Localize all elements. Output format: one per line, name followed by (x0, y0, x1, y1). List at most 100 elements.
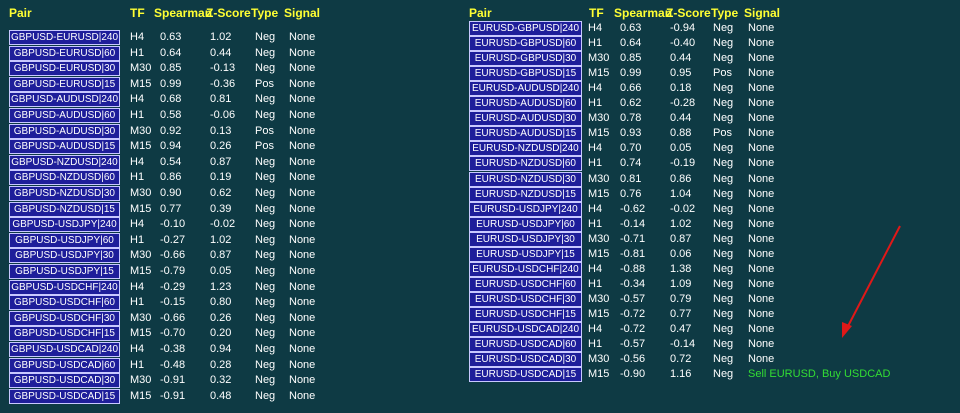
table-row: GBPUSD-USDCHF|60 H1 -0.15 0.80 Neg None (0, 295, 460, 310)
signal-cell: None (289, 203, 316, 215)
pair-button[interactable]: EURUSD-AUDUSD|240 (469, 81, 582, 96)
type-cell: Neg (255, 281, 276, 293)
pair-button[interactable]: EURUSD-USDCHF|15 (469, 307, 582, 322)
header-zscore: Z-Score (666, 6, 711, 20)
pair-button[interactable]: GBPUSD-USDJPY|30 (9, 248, 120, 263)
pair-button[interactable]: EURUSD-USDCAD|60 (469, 337, 582, 352)
zscore-cell: 0.79 (670, 293, 692, 305)
pair-button[interactable]: EURUSD-USDCAD|30 (469, 352, 582, 367)
pair-button[interactable]: GBPUSD-USDCAD|60 (9, 358, 120, 373)
spearman-cell: -0.70 (160, 327, 186, 339)
signal-cell: None (289, 281, 316, 293)
table-row: GBPUSD-NZDUSD|240 H4 0.54 0.87 Neg None (0, 155, 460, 170)
pair-button[interactable]: GBPUSD-EURUSD|30 (9, 61, 120, 76)
pair-button[interactable]: EURUSD-USDCHF|30 (469, 292, 582, 307)
pair-button[interactable]: GBPUSD-NZDUSD|240 (9, 155, 120, 170)
pair-button[interactable]: EURUSD-USDCAD|240 (469, 322, 582, 337)
signal-cell: None (748, 308, 775, 320)
pair-button[interactable]: EURUSD-GBPUSD|30 (469, 51, 582, 66)
timeframe-cell: M30 (588, 233, 610, 245)
pair-button[interactable]: GBPUSD-AUDUSD|30 (9, 124, 120, 139)
timeframe-cell: M15 (588, 127, 610, 139)
zscore-cell: 0.62 (210, 187, 232, 199)
pair-button[interactable]: GBPUSD-EURUSD|15 (9, 77, 120, 92)
pair-button[interactable]: EURUSD-NZDUSD|240 (469, 141, 582, 156)
timeframe-cell: M15 (130, 78, 152, 90)
pair-button[interactable]: EURUSD-GBPUSD|240 (469, 21, 582, 36)
pair-button[interactable]: GBPUSD-NZDUSD|15 (9, 202, 120, 217)
timeframe-cell: M30 (130, 249, 152, 261)
pair-button[interactable]: GBPUSD-AUDUSD|60 (9, 108, 120, 123)
zscore-cell: 0.39 (210, 203, 232, 215)
timeframe-cell: M15 (130, 390, 152, 402)
type-cell: Neg (255, 234, 276, 246)
pair-button[interactable]: EURUSD-AUDUSD|30 (469, 111, 582, 126)
pair-button[interactable]: EURUSD-USDCHF|60 (469, 277, 582, 292)
pair-button[interactable]: GBPUSD-USDJPY|60 (9, 233, 120, 248)
pair-button[interactable]: GBPUSD-USDCAD|15 (9, 389, 120, 404)
zscore-cell: 1.02 (670, 218, 692, 230)
pair-button[interactable]: EURUSD-USDJPY|30 (469, 232, 582, 247)
spearman-cell: -0.10 (160, 218, 186, 230)
pair-button[interactable]: GBPUSD-USDJPY|15 (9, 264, 120, 279)
pair-button[interactable]: EURUSD-USDCAD|15 (469, 367, 582, 382)
zscore-cell: 0.77 (670, 308, 692, 320)
spearman-cell: -0.15 (160, 296, 186, 308)
pair-button[interactable]: GBPUSD-EURUSD|240 (9, 30, 120, 45)
pair-button[interactable]: GBPUSD-AUDUSD|15 (9, 139, 120, 154)
zscore-cell: 0.80 (210, 296, 232, 308)
timeframe-cell: H4 (588, 82, 603, 94)
pair-button[interactable]: EURUSD-USDJPY|240 (469, 202, 582, 217)
zscore-cell: -0.28 (670, 97, 696, 109)
pair-button[interactable]: GBPUSD-USDCHF|15 (9, 326, 120, 341)
pair-button[interactable]: EURUSD-NZDUSD|30 (469, 172, 582, 187)
pair-button[interactable]: GBPUSD-AUDUSD|240 (9, 92, 120, 107)
zscore-cell: 0.88 (670, 127, 692, 139)
pair-button[interactable]: EURUSD-AUDUSD|60 (469, 96, 582, 111)
signal-cell: None (289, 359, 316, 371)
spearman-cell: -0.14 (620, 218, 646, 230)
pair-button[interactable]: GBPUSD-USDCHF|240 (9, 280, 120, 295)
spearman-cell: -0.34 (620, 278, 646, 290)
timeframe-cell: M15 (588, 188, 610, 200)
header-spearman: Spearman (614, 6, 673, 20)
spearman-cell: -0.29 (160, 281, 186, 293)
pair-button[interactable]: EURUSD-USDJPY|60 (469, 217, 582, 232)
spearman-cell: 0.63 (160, 31, 182, 43)
zscore-cell: 0.20 (210, 327, 232, 339)
spearman-cell: 0.64 (620, 37, 642, 49)
pair-button[interactable]: EURUSD-GBPUSD|60 (469, 36, 582, 51)
pair-button[interactable]: GBPUSD-USDCHF|60 (9, 295, 120, 310)
zscore-cell: 0.05 (670, 142, 692, 154)
pair-button[interactable]: EURUSD-GBPUSD|15 (469, 66, 582, 81)
table-row: EURUSD-NZDUSD|240 H4 0.70 0.05 Neg None (460, 141, 920, 156)
table-row: GBPUSD-USDCHF|15 M15 -0.70 0.20 Neg None (0, 326, 460, 341)
pair-button[interactable]: EURUSD-NZDUSD|15 (469, 187, 582, 202)
pair-button[interactable]: GBPUSD-USDCAD|30 (9, 373, 120, 388)
type-cell: Neg (713, 97, 734, 109)
type-cell: Neg (255, 62, 276, 74)
pair-button[interactable]: GBPUSD-USDCAD|240 (9, 342, 120, 357)
pair-button[interactable]: EURUSD-NZDUSD|60 (469, 156, 582, 171)
pair-button[interactable]: GBPUSD-USDCHF|30 (9, 311, 120, 326)
pair-button[interactable]: EURUSD-USDCHF|240 (469, 262, 582, 277)
pair-button[interactable]: GBPUSD-USDJPY|240 (9, 217, 120, 232)
signal-cell: None (289, 234, 316, 246)
type-cell: Neg (713, 278, 734, 290)
pair-button[interactable]: GBPUSD-EURUSD|60 (9, 46, 120, 61)
signal-cell: None (289, 296, 316, 308)
header-type: Type (251, 6, 279, 20)
spearman-cell: -0.56 (620, 353, 646, 365)
spearman-cell: 0.92 (160, 125, 182, 137)
type-cell: Neg (713, 203, 734, 215)
timeframe-cell: M30 (130, 125, 152, 137)
timeframe-cell: H4 (130, 93, 145, 105)
zscore-cell: 0.28 (210, 359, 232, 371)
pair-button[interactable]: EURUSD-AUDUSD|15 (469, 126, 582, 141)
pair-button[interactable]: GBPUSD-NZDUSD|60 (9, 170, 120, 185)
table-row: EURUSD-NZDUSD|15 M15 0.76 1.04 Neg None (460, 187, 920, 202)
pair-button[interactable]: EURUSD-USDJPY|15 (469, 247, 582, 262)
signal-cell: None (289, 109, 316, 121)
pair-button[interactable]: GBPUSD-NZDUSD|30 (9, 186, 120, 201)
signal-cell: None (748, 293, 775, 305)
